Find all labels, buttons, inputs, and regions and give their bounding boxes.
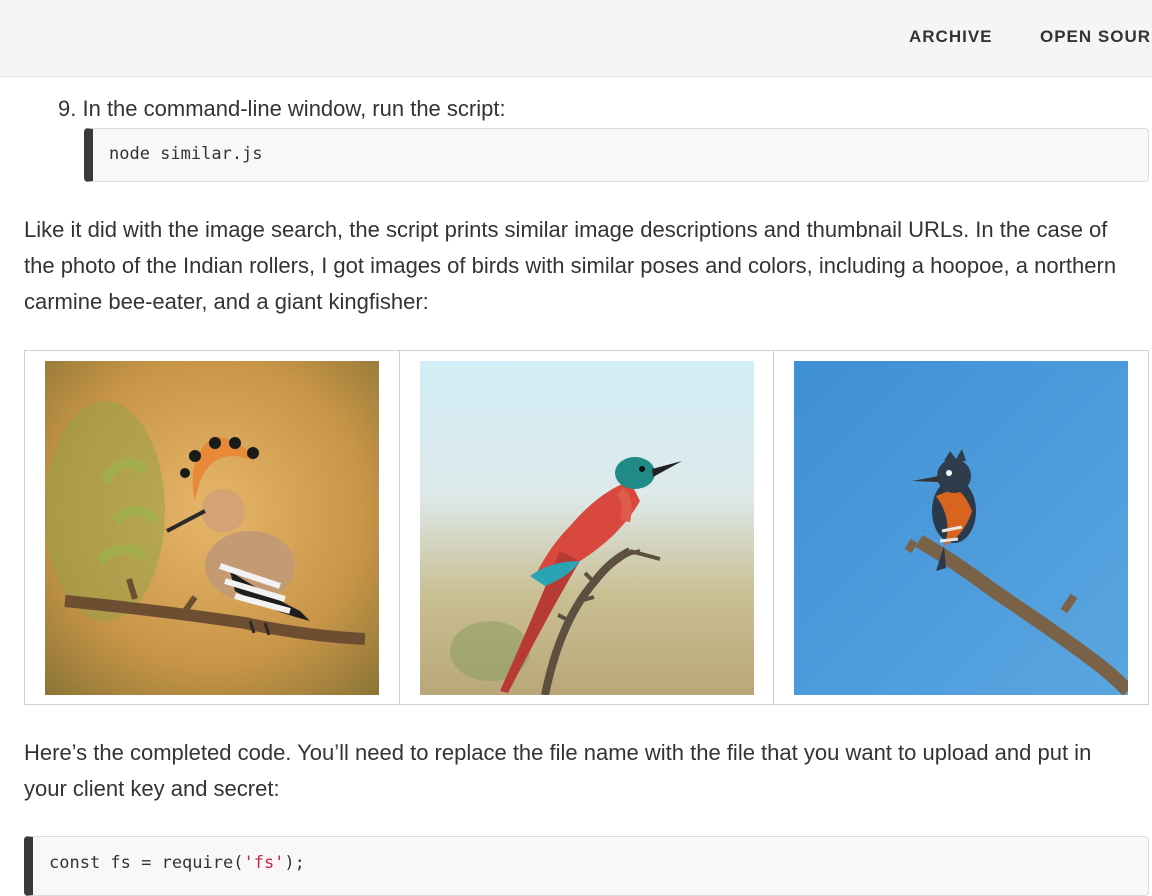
code-block-completed-code[interactable]: const fs = require('fs'); — [24, 836, 1149, 896]
code-block-run-script[interactable]: node similar.js — [84, 128, 1149, 182]
step-number: 9. — [58, 96, 77, 121]
code-suffix: ); — [284, 853, 305, 873]
paragraph-similar-results: Like it did with the image search, the s… — [24, 217, 1117, 314]
nav-link-archive[interactable]: ARCHIVE — [909, 27, 993, 47]
code-prefix: const fs = require( — [49, 853, 244, 873]
similar-images-table — [24, 350, 1149, 705]
image-cell-hoopoe — [25, 351, 400, 704]
kingfisher-image[interactable] — [794, 361, 1129, 695]
image-cell-kingfisher — [774, 351, 1148, 704]
code-line: node similar.js — [109, 144, 263, 164]
top-navigation-bar: ARCHIVE OPEN SOUR — [0, 0, 1152, 77]
step-text: In the command-line window, run the scri… — [82, 96, 506, 121]
code-string-token: 'fs' — [243, 853, 285, 873]
bee-eater-image[interactable] — [419, 361, 754, 695]
image-cell-bee-eater — [400, 351, 775, 704]
paragraph-completed-code: Here’s the completed code. You’ll need t… — [24, 740, 1092, 801]
hoopoe-image[interactable] — [45, 361, 379, 695]
nav-link-open-source[interactable]: OPEN SOUR — [1040, 27, 1151, 47]
step-9: 9. In the command-line window, run the s… — [58, 96, 506, 122]
